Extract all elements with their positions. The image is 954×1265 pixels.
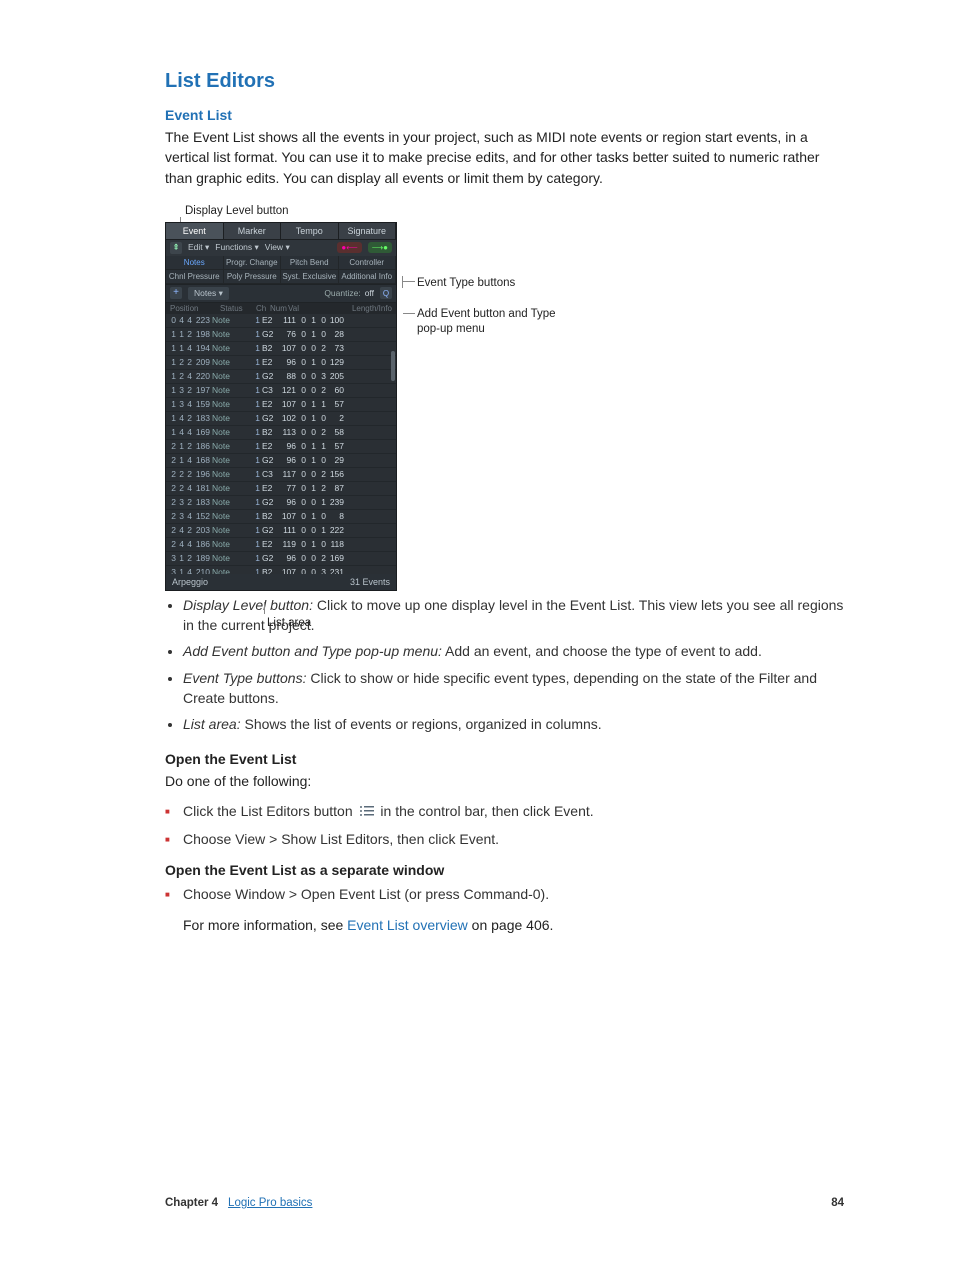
etype-notes[interactable]: Notes bbox=[166, 256, 224, 270]
columns-header: Position Status Ch Num Val Length/Info bbox=[166, 303, 396, 314]
more-info: For more information, see Event List ove… bbox=[183, 915, 844, 935]
add-event-button[interactable]: + bbox=[170, 287, 182, 299]
create-button[interactable]: ⟶● bbox=[368, 242, 392, 253]
callout-event-type-buttons: Event Type buttons bbox=[417, 276, 515, 291]
table-row[interactable]: 224181Note1E27701287 bbox=[166, 482, 396, 496]
page-number: 84 bbox=[831, 1197, 844, 1209]
event-type-buttons: Notes Progr. Change Pitch Bend Controlle… bbox=[166, 256, 396, 284]
functions-menu[interactable]: Functions ▾ bbox=[215, 242, 259, 253]
table-row[interactable]: 314210Note1B2107003231 bbox=[166, 566, 396, 574]
event-list-panel: Event Marker Tempo Signature ⇞ Edit ▾ Fu… bbox=[165, 222, 397, 591]
chapter-link[interactable]: Logic Pro basics bbox=[228, 1197, 312, 1209]
table-row[interactable]: 234152Note1B21070108 bbox=[166, 510, 396, 524]
filter-button[interactable]: ●⟵ bbox=[337, 242, 361, 253]
open-separate-steps: Choose Window > Open Event List (or pres… bbox=[165, 884, 844, 905]
step-click-list-editors: Click the List Editors button in the con… bbox=[165, 801, 844, 823]
list-area[interactable]: 044223Note1E2111010100112198Note1G276010… bbox=[166, 314, 396, 574]
section-heading: List Editors bbox=[165, 70, 844, 93]
col-val: Val bbox=[288, 304, 306, 313]
step-view-menu: Choose View > Show List Editors, then cl… bbox=[165, 829, 844, 850]
col-position: Position bbox=[170, 304, 220, 313]
table-row[interactable]: 212186Note1E29601157 bbox=[166, 440, 396, 454]
open-event-list-lead: Do one of the following: bbox=[165, 771, 844, 791]
view-menu[interactable]: View ▾ bbox=[265, 242, 290, 253]
feature-bullet: Add Event button and Type pop-up menu: A… bbox=[183, 641, 844, 661]
etype-syst-exclusive[interactable]: Syst. Exclusive bbox=[281, 270, 339, 284]
etype-controller[interactable]: Controller bbox=[339, 256, 397, 270]
callout-add-event: Add Event button and Type pop-up menu bbox=[417, 307, 557, 337]
table-row[interactable]: 214168Note1G29601029 bbox=[166, 454, 396, 468]
table-row[interactable]: 144169Note1B211300258 bbox=[166, 426, 396, 440]
type-popup-menu[interactable]: Notes ▾ bbox=[188, 287, 229, 300]
table-row[interactable]: 232183Note1G296001239 bbox=[166, 496, 396, 510]
event-list-screenshot: Display Level button Event Type buttons … bbox=[165, 204, 565, 573]
feature-bullet: List area: Shows the list of events or r… bbox=[183, 714, 844, 734]
callout-list-area: List area bbox=[267, 616, 311, 631]
table-row[interactable]: 132197Note1C312100260 bbox=[166, 384, 396, 398]
table-row[interactable]: 142183Note1G21020102 bbox=[166, 412, 396, 426]
col-length: Length/Info bbox=[306, 304, 392, 313]
tab-event[interactable]: Event bbox=[166, 223, 224, 239]
callout-display-level: Display Level button bbox=[185, 204, 289, 219]
etype-chnl-pressure[interactable]: Chnl Pressure bbox=[166, 270, 224, 284]
display-level-button[interactable]: ⇞ bbox=[170, 242, 182, 254]
col-status: Status bbox=[220, 304, 256, 313]
etype-prog-change[interactable]: Progr. Change bbox=[224, 256, 282, 270]
table-row[interactable]: 244186Note1E2119010118 bbox=[166, 538, 396, 552]
open-separate-heading: Open the Event List as a separate window bbox=[165, 860, 844, 880]
col-ch: Ch bbox=[256, 304, 270, 313]
list-editors-icon bbox=[359, 802, 375, 823]
tab-tempo[interactable]: Tempo bbox=[281, 223, 339, 239]
page-footer: Chapter 4 Logic Pro basics 84 bbox=[165, 1197, 844, 1209]
intro-paragraph: The Event List shows all the events in y… bbox=[165, 127, 844, 188]
step-window-menu: Choose Window > Open Event List (or pres… bbox=[165, 884, 844, 905]
table-row[interactable]: 222196Note1C3117002156 bbox=[166, 468, 396, 482]
table-row[interactable]: 112198Note1G27601028 bbox=[166, 328, 396, 342]
tab-marker[interactable]: Marker bbox=[224, 223, 282, 239]
table-row[interactable]: 242203Note1G2111001222 bbox=[166, 524, 396, 538]
col-num: Num bbox=[270, 304, 288, 313]
panel-tabs: Event Marker Tempo Signature bbox=[166, 223, 396, 240]
table-row[interactable]: 124220Note1G288003205 bbox=[166, 370, 396, 384]
etype-additional-info[interactable]: Additional Info bbox=[339, 270, 397, 284]
event-list-overview-link[interactable]: Event List overview bbox=[347, 917, 468, 933]
open-event-list-steps: Click the List Editors button in the con… bbox=[165, 801, 844, 850]
footer-region-name: Arpeggio bbox=[172, 577, 208, 587]
tab-signature[interactable]: Signature bbox=[339, 223, 397, 239]
table-row[interactable]: 122209Note1E296010129 bbox=[166, 356, 396, 370]
footer-event-count: 31 Events bbox=[350, 577, 390, 587]
scrollbar-thumb[interactable] bbox=[391, 351, 395, 381]
open-event-list-heading: Open the Event List bbox=[165, 749, 844, 769]
subsection-heading: Event List bbox=[165, 107, 844, 123]
table-row[interactable]: 134159Note1E210701157 bbox=[166, 398, 396, 412]
etype-poly-pressure[interactable]: Poly Pressure bbox=[224, 270, 282, 284]
chapter-label: Chapter 4 bbox=[165, 1197, 218, 1209]
table-row[interactable]: 312189Note1G296002169 bbox=[166, 552, 396, 566]
quantize-button[interactable]: Q bbox=[380, 287, 392, 299]
etype-pitch-bend[interactable]: Pitch Bend bbox=[281, 256, 339, 270]
table-row[interactable]: 114194Note1B210700273 bbox=[166, 342, 396, 356]
edit-menu[interactable]: Edit ▾ bbox=[188, 242, 209, 253]
feature-bullet: Event Type buttons: Click to show or hid… bbox=[183, 668, 844, 709]
table-row[interactable]: 044223Note1E2111010100 bbox=[166, 314, 396, 328]
quantize-value[interactable]: off bbox=[365, 288, 374, 298]
quantize-label: Quantize: bbox=[324, 288, 360, 298]
